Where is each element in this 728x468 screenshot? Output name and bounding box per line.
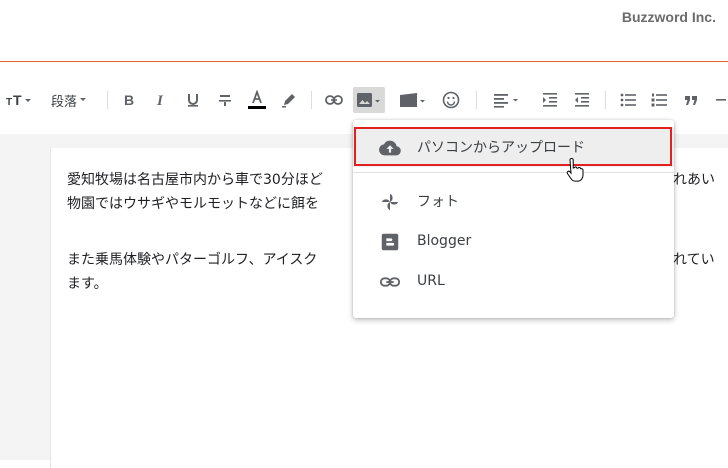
image-button[interactable]	[353, 87, 385, 113]
align-button[interactable]	[490, 80, 524, 120]
text-color-button[interactable]	[246, 80, 268, 120]
more-button[interactable]	[712, 80, 728, 120]
image-icon	[357, 93, 380, 107]
underline-button[interactable]	[182, 80, 204, 120]
font-size-button[interactable]: T T	[4, 80, 36, 120]
chevron-down-icon	[80, 98, 86, 101]
quote-button[interactable]	[680, 80, 702, 120]
svg-text:T: T	[6, 97, 12, 108]
header-divider	[0, 61, 728, 62]
link-icon	[379, 277, 401, 287]
indent-button[interactable]	[539, 80, 561, 120]
google-photos-icon	[381, 193, 399, 211]
menu-item-blogger[interactable]: Blogger	[353, 221, 674, 261]
italic-icon: I	[156, 93, 164, 108]
strikethrough-button[interactable]	[214, 80, 236, 120]
video-button[interactable]	[397, 80, 429, 120]
paragraph-label: 段落	[50, 94, 77, 110]
bulleted-list-button[interactable]	[617, 80, 639, 120]
highlight-icon	[282, 94, 295, 108]
menu-item-label: URL	[417, 273, 445, 289]
svg-text:I: I	[156, 93, 164, 108]
link-icon	[325, 95, 343, 105]
horizontal-rule-icon	[716, 99, 726, 101]
menu-item-url[interactable]: URL	[353, 261, 674, 301]
text-color-icon	[248, 90, 266, 109]
brand-logo: Buzzword Inc.	[621, 9, 716, 25]
italic-button[interactable]: I	[150, 80, 172, 120]
bold-icon: B	[124, 92, 134, 108]
numbered-list-icon	[651, 93, 667, 107]
toolbar-separator	[605, 91, 606, 109]
svg-text:T: T	[13, 92, 22, 108]
outdent-button[interactable]	[571, 80, 593, 120]
toolbar-separator	[476, 91, 477, 109]
highlight-annotation	[354, 127, 672, 166]
bold-button[interactable]: B	[118, 80, 140, 120]
video-icon	[400, 93, 425, 107]
numbered-list-button[interactable]	[648, 80, 670, 120]
strikethrough-icon	[219, 95, 231, 106]
font-size-icon: T T	[6, 92, 31, 108]
menu-item-label: Blogger	[417, 233, 472, 249]
underline-icon	[188, 94, 198, 107]
indent-icon	[543, 93, 557, 107]
emoji-icon	[442, 91, 460, 109]
menu-item-label: フォト	[417, 194, 459, 210]
toolbar-separator	[311, 91, 312, 109]
hand-cursor-icon	[566, 158, 584, 182]
paragraph-line-4: ます。	[67, 276, 108, 292]
paragraph-select[interactable]: 段落	[44, 80, 96, 120]
highlight-button[interactable]	[278, 80, 300, 120]
emoji-button[interactable]	[440, 80, 462, 120]
link-button[interactable]	[322, 80, 346, 120]
paragraph-line-2: 物園ではウサギやモルモットなどに餌を	[67, 196, 319, 212]
outdent-icon	[575, 93, 589, 107]
menu-divider	[353, 172, 674, 173]
editor-toolbar: T T 段落 B I	[0, 80, 728, 120]
svg-text:B: B	[124, 92, 134, 108]
bulleted-list-icon	[620, 93, 636, 107]
toolbar-separator	[107, 91, 108, 109]
blogger-icon	[381, 233, 399, 251]
quote-icon	[685, 96, 697, 105]
align-icon	[494, 94, 518, 108]
menu-item-photos[interactable]: フォト	[353, 181, 674, 221]
